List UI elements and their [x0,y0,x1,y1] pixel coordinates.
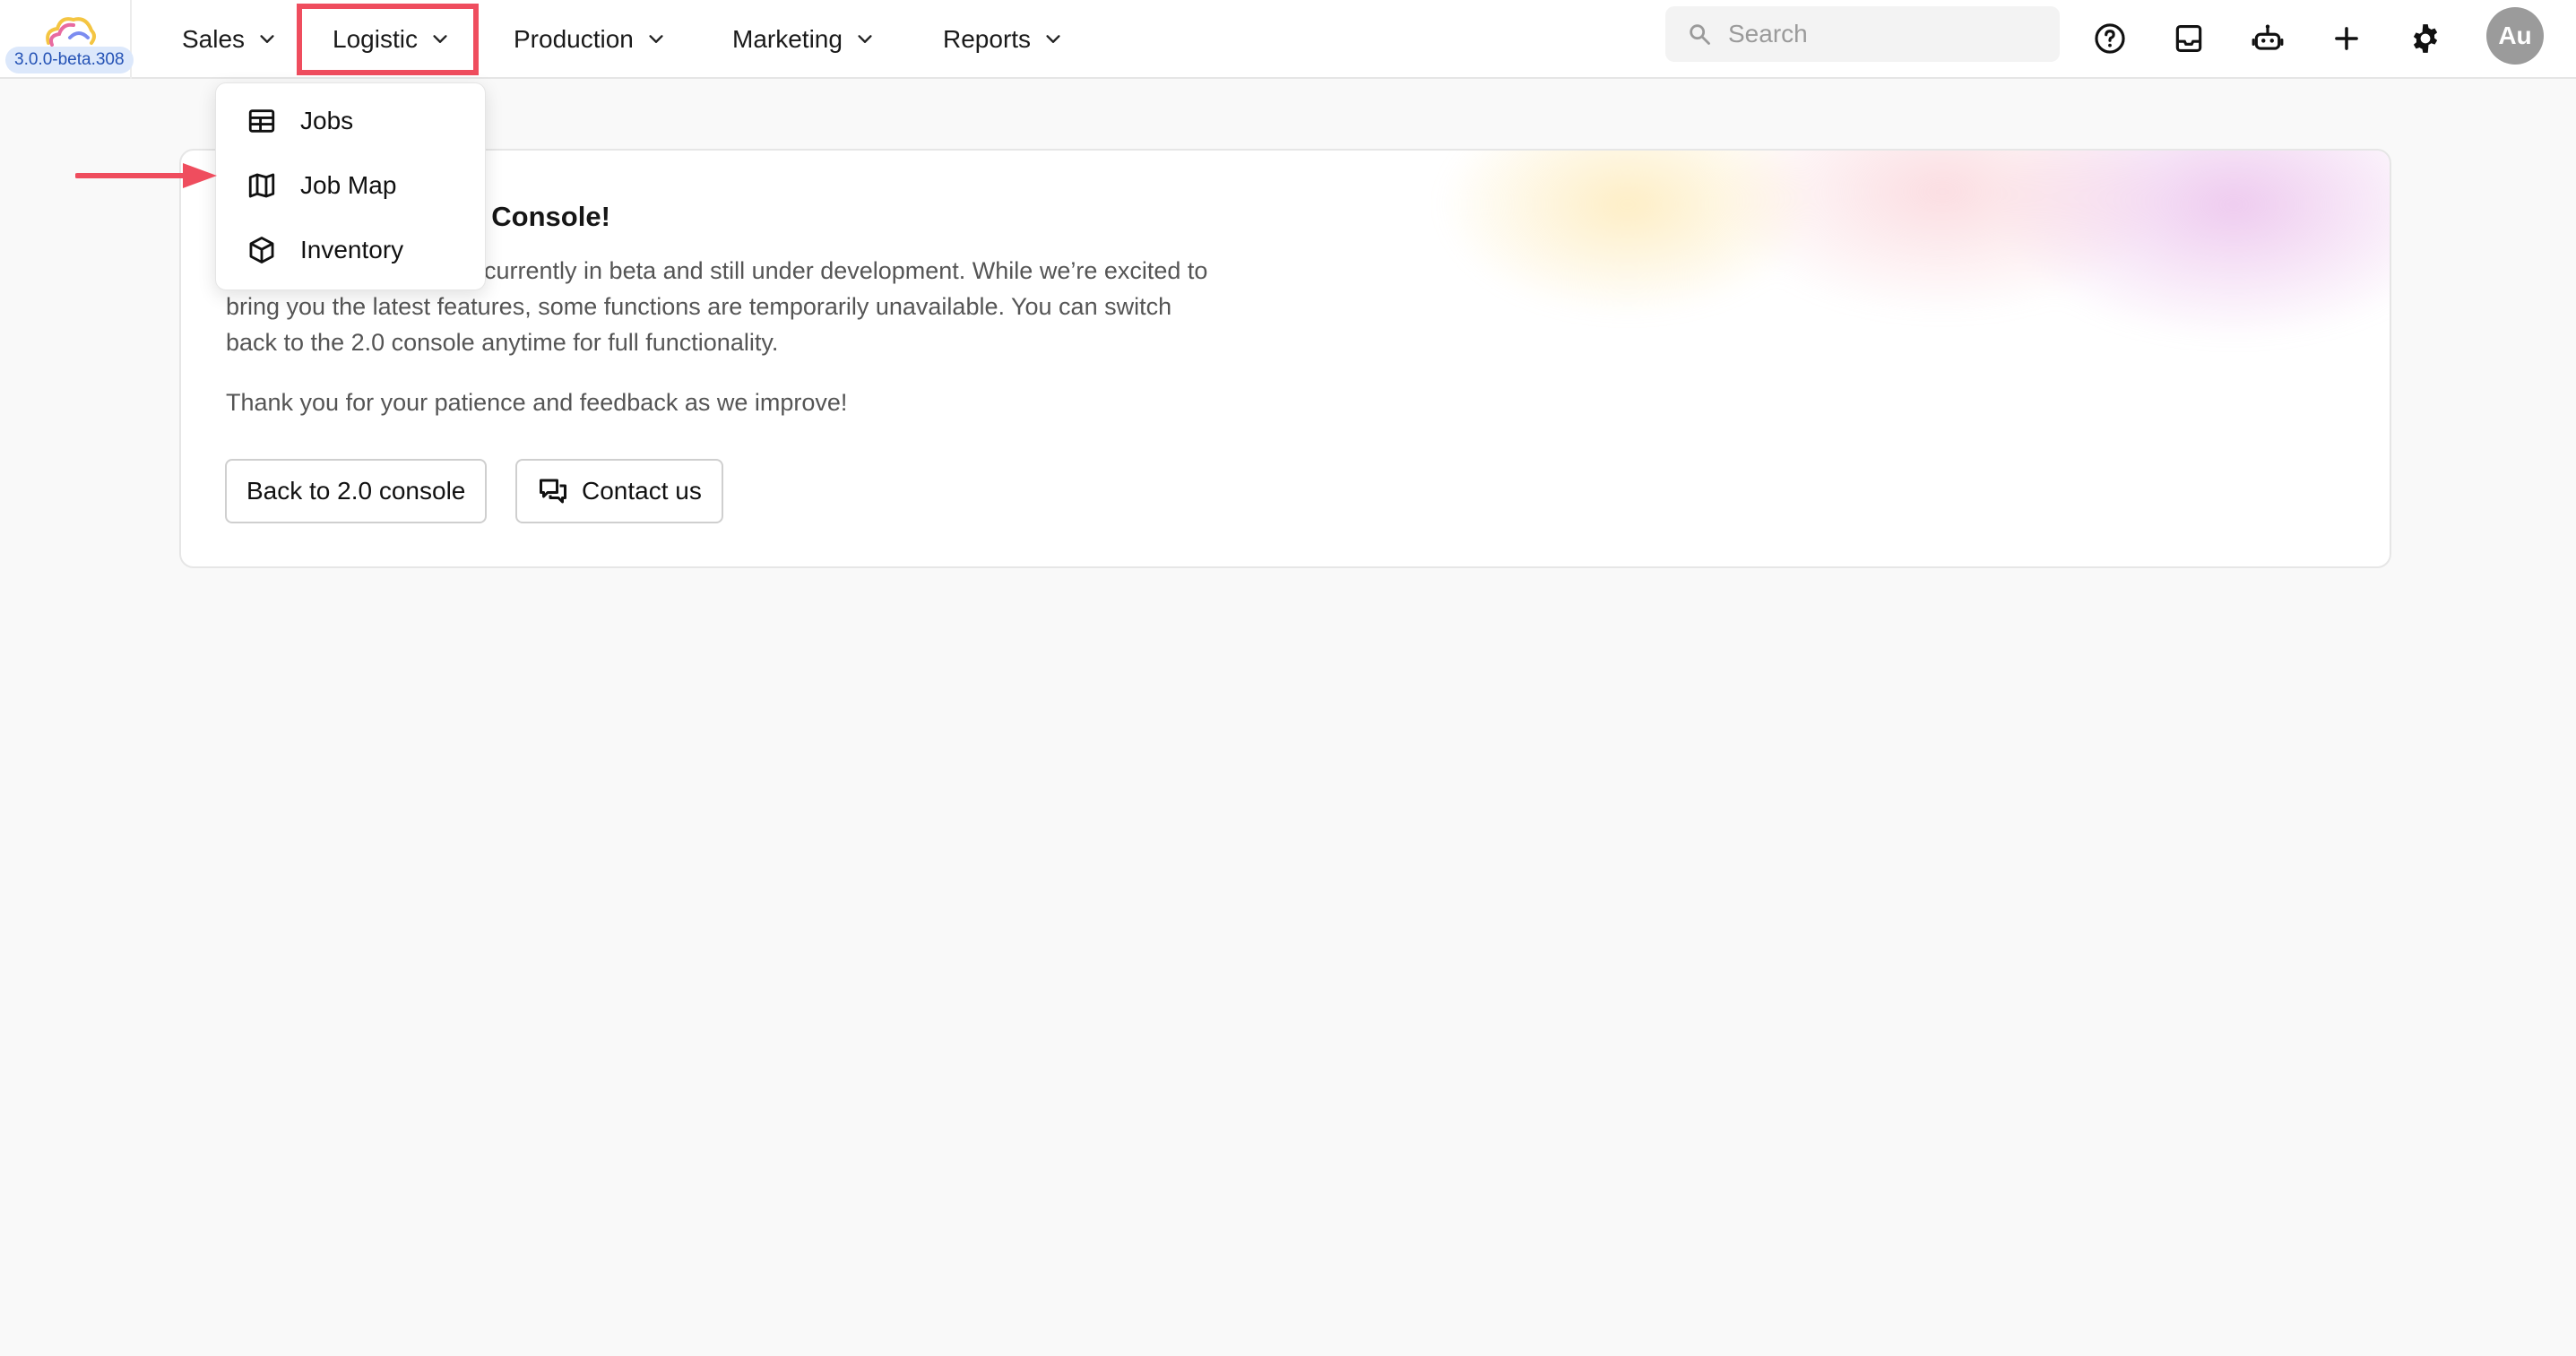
nav-logistic[interactable]: Logistic [333,0,450,79]
menu-item-jobs[interactable]: Jobs [246,96,353,146]
chat-bubbles-icon [540,479,566,504]
chevron-down-icon [649,35,663,43]
banner-description-line: back to the 2.0 console anytime for full… [226,329,779,356]
chevron-down-icon [433,35,447,43]
inbox-button[interactable] [2166,16,2211,61]
nav-production-label: Production [514,25,634,53]
app-root: 3.0.0-beta.308 Sales Logistic Production… [0,0,2576,1356]
map-icon [248,173,275,198]
search-box[interactable] [1665,6,2060,62]
banner-thanks-text: Thank you for your patience and feedback… [226,389,848,416]
gear-icon [2413,24,2438,53]
nav-sales[interactable]: Sales [182,0,277,79]
menu-item-label: Job Map [300,171,397,199]
help-button[interactable] [2088,16,2132,61]
beta-welcome-banner: yBiz Cloud 3.0 Beta Console! currently i… [179,149,2391,568]
nav-marketing[interactable]: Marketing [732,0,875,79]
help-icon [2095,23,2125,54]
nav-logistic-label: Logistic [333,25,418,53]
assistant-button[interactable] [2245,16,2290,61]
logo-area[interactable]: 3.0.0-beta.308 [0,0,134,79]
top-navigation-bar: 3.0.0-beta.308 Sales Logistic Production… [0,0,2576,79]
settings-button[interactable] [2403,16,2448,61]
nav-marketing-label: Marketing [732,25,843,53]
banner-gradient-decoration [1301,151,2390,566]
version-badge: 3.0.0-beta.308 [5,47,134,73]
chevron-down-icon [1046,35,1060,43]
menu-item-label: Inventory [300,236,404,263]
contact-us-button[interactable]: Contact us [515,459,723,523]
menu-item-inventory[interactable]: Inventory [246,225,403,275]
nav-sales-label: Sales [182,25,246,53]
banner-description-line: bring you the latest features, some func… [226,293,1172,320]
nav-reports-label: Reports [943,25,1032,53]
contact-button-label: Contact us [582,477,702,505]
nav-reports[interactable]: Reports [943,0,1063,79]
robot-icon [2252,24,2284,50]
annotation-arrow-icon [75,163,217,188]
back-button-label: Back to 2.0 console [246,477,466,505]
search-icon [1690,24,1710,45]
chevron-down-icon [858,35,872,43]
search-input[interactable] [1728,20,2051,48]
logistic-dropdown-menu: Jobs Job Map Inventory [215,82,486,290]
inbox-icon [2175,24,2202,53]
user-avatar[interactable]: Au [2486,7,2544,65]
cloud-logo-icon [46,17,96,47]
plus-icon [2335,27,2358,50]
back-to-legacy-console-button[interactable]: Back to 2.0 console [225,459,488,523]
menu-item-label: Jobs [300,107,354,134]
chevron-down-icon [260,35,274,43]
table-icon [248,109,275,133]
box-icon [249,237,274,263]
nav-production[interactable]: Production [514,0,666,79]
menu-item-job-map[interactable]: Job Map [246,160,396,211]
add-button[interactable] [2324,16,2369,61]
